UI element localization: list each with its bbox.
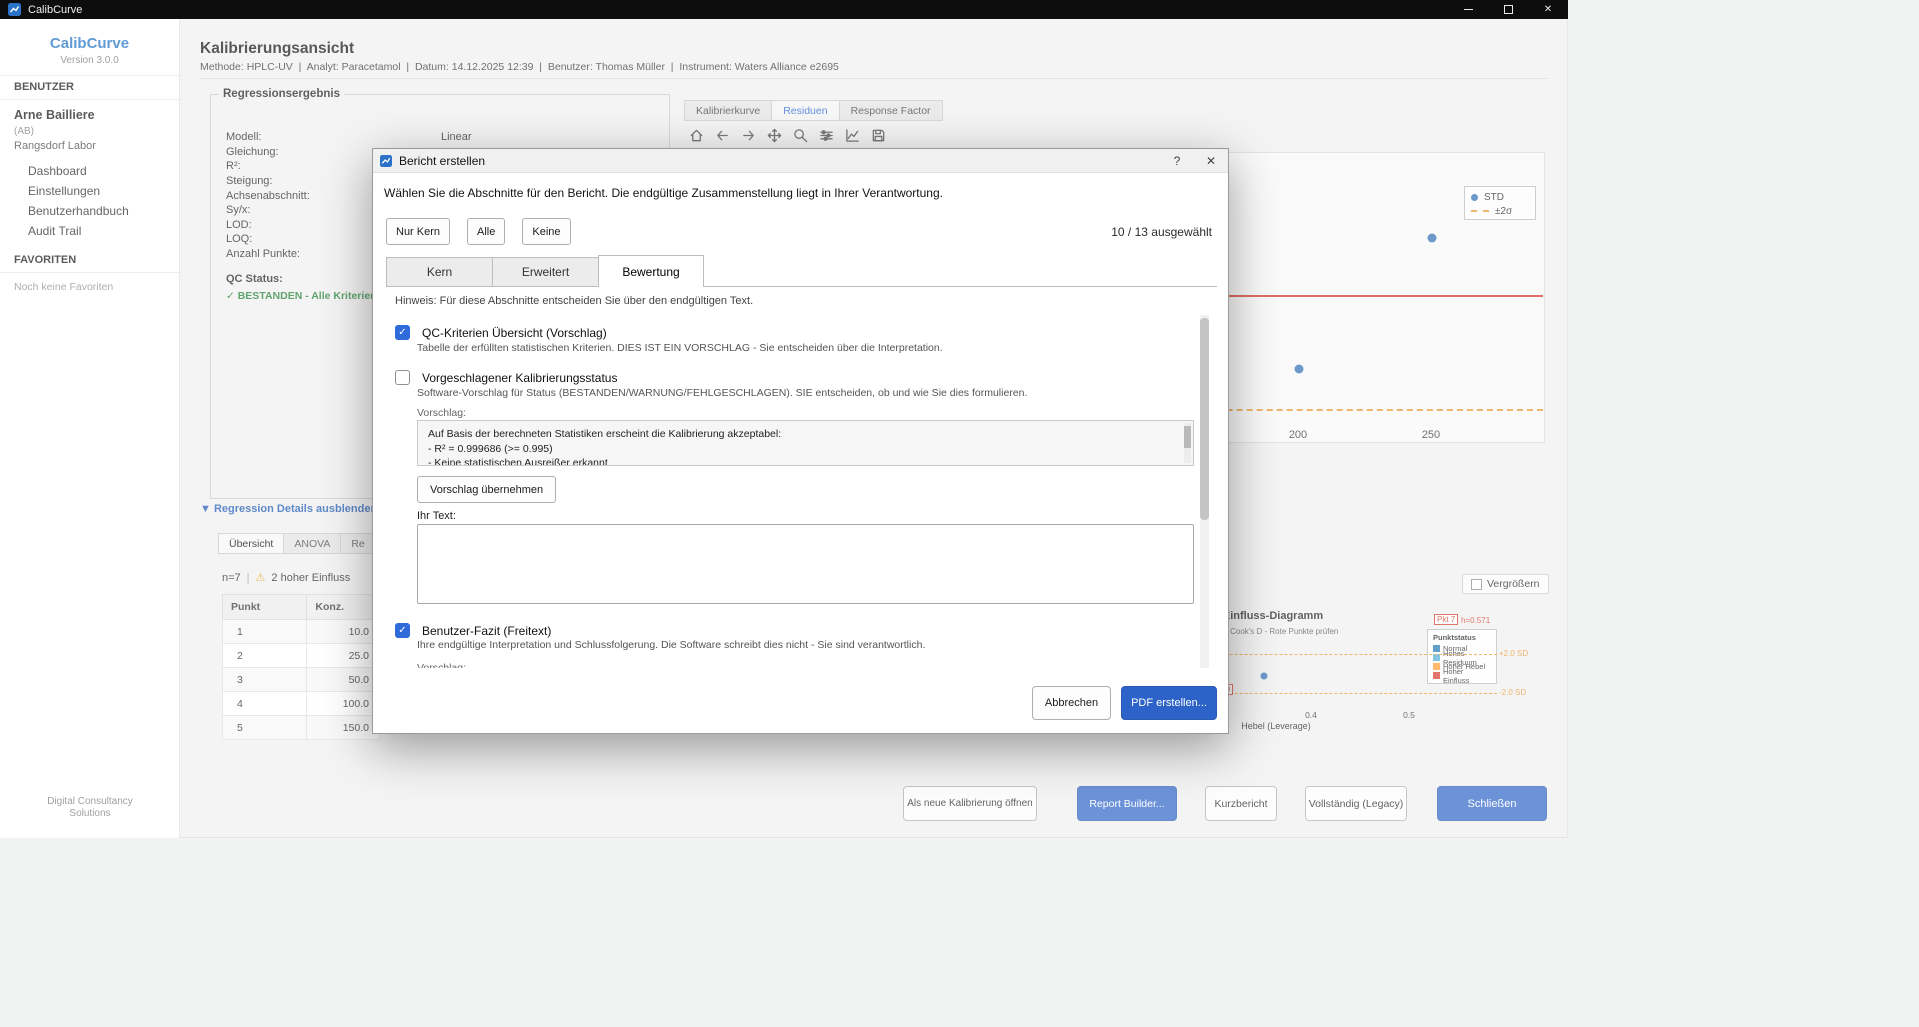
suggestion-label-2: Vorschlag: — [417, 662, 466, 668]
dialog-help-button[interactable]: ? — [1160, 149, 1194, 173]
calibration-status-label: Vorgeschlagener Kalibrierungsstatus — [422, 371, 617, 385]
calibration-status-checkbox[interactable] — [395, 370, 410, 385]
qc-criteria-label: QC-Kriterien Übersicht (Vorschlag) — [422, 326, 607, 340]
help-icon: ? — [1174, 154, 1181, 168]
maximize-button[interactable] — [1488, 0, 1528, 19]
dialog-app-icon — [380, 155, 392, 167]
dialog-tabbar: Kern Erweitert Bewertung — [386, 255, 1217, 287]
selection-count: 10 / 13 ausgewählt — [1111, 225, 1212, 239]
clipped-suggestion-label-wrap: Vorschlag: — [417, 658, 466, 668]
dialog-intro-text: Wählen Sie die Abschnitte für den Berich… — [384, 186, 943, 200]
app-title: CalibCurve — [28, 4, 82, 16]
qc-criteria-checkbox[interactable]: ✓ — [395, 325, 410, 340]
cancel-button[interactable]: Abbrechen — [1032, 686, 1111, 720]
tab-erweitert[interactable]: Erweitert — [492, 257, 598, 286]
select-core-only-button[interactable]: Nur Kern — [386, 218, 450, 245]
titlebar: CalibCurve ✕ — [0, 0, 1568, 19]
apply-suggestion-button[interactable]: Vorschlag übernehmen — [417, 476, 556, 503]
screen: CalibCurve ✕ CalibCurve Version 3.0.0 BE… — [0, 0, 1919, 1027]
close-icon: ✕ — [1544, 4, 1552, 15]
minimize-button[interactable] — [1448, 0, 1488, 19]
your-text-input[interactable] — [417, 524, 1194, 604]
check-icon: ✓ — [398, 625, 406, 636]
dialog-hint-text: Hinweis: Für diese Abschnitte entscheide… — [395, 295, 753, 307]
qc-criteria-desc: Tabelle der erfüllten statistischen Krit… — [417, 342, 943, 354]
create-pdf-button[interactable]: PDF erstellen... — [1121, 686, 1217, 720]
dialog-scrollbar[interactable] — [1200, 315, 1209, 668]
select-all-button[interactable]: Alle — [467, 218, 505, 245]
suggestion-label: Vorschlag: — [417, 407, 466, 419]
minimize-icon — [1464, 9, 1473, 10]
suggestion-line: - R² = 0.999686 (>= 0.995) — [428, 442, 1183, 457]
calibration-status-desc: Software-Vorschlag für Status (BESTANDEN… — [417, 387, 1027, 399]
user-conclusion-label: Benutzer-Fazit (Freitext) — [422, 624, 551, 638]
suggestion-scrollbar[interactable] — [1184, 423, 1191, 463]
suggestion-box: Auf Basis der berechneten Statistiken er… — [417, 420, 1194, 466]
report-dialog: Bericht erstellen ? ✕ Wählen Sie die Abs… — [372, 148, 1229, 734]
check-icon: ✓ — [398, 327, 406, 338]
suggestion-line: - Keine statistischen Ausreißer erkannt — [428, 456, 1183, 466]
dialog-close-button[interactable]: ✕ — [1194, 149, 1228, 173]
app-logo-icon — [8, 3, 21, 16]
dialog-scrollbar-thumb[interactable] — [1200, 318, 1209, 520]
dialog-titlebar: Bericht erstellen ? ✕ — [373, 149, 1228, 173]
user-conclusion-desc: Ihre endgültige Interpretation und Schlu… — [417, 639, 925, 651]
close-button[interactable]: ✕ — [1528, 0, 1568, 19]
your-text-label: Ihr Text: — [417, 510, 456, 522]
suggestion-line: Auf Basis der berechneten Statistiken er… — [428, 427, 1183, 442]
tab-kern[interactable]: Kern — [386, 257, 492, 286]
user-conclusion-checkbox[interactable]: ✓ — [395, 623, 410, 638]
tab-bewertung[interactable]: Bewertung — [598, 255, 704, 287]
close-icon: ✕ — [1206, 154, 1216, 168]
quick-select-buttons: Nur Kern Alle Keine — [386, 218, 571, 245]
suggestion-scrollbar-thumb[interactable] — [1184, 426, 1191, 448]
dialog-title: Bericht erstellen — [399, 154, 485, 168]
maximize-icon — [1504, 5, 1513, 14]
select-none-button[interactable]: Keine — [522, 218, 570, 245]
